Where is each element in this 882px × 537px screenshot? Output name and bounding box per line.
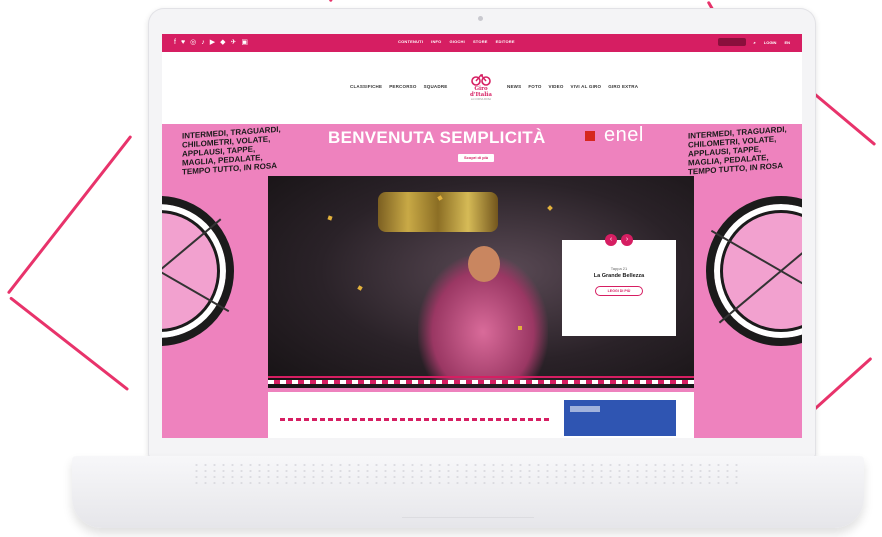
decorative-line xyxy=(328,0,347,3)
carousel-controls: ‹ › xyxy=(605,234,633,246)
top-bar: f ♥ ◎ ♪ ▶ ◆ ✈ ▣ CONTENUTI INFO GIOCHI STORE EDI… xyxy=(162,34,802,52)
hero-card: ‹ › Tappa 21 La Grande Bellezza LEGGI DI… xyxy=(562,234,676,336)
carousel-prev-icon[interactable]: ‹ xyxy=(605,234,617,246)
account-area: ⌕ LOGIN EN xyxy=(717,38,790,46)
nav-item-vivi-al-giro[interactable]: VIVI AL GIRO xyxy=(571,84,602,89)
card-subtitle: Tappa 21 xyxy=(610,266,628,271)
nav-item-news[interactable]: NEWS xyxy=(507,84,521,89)
bike-wheel-graphic xyxy=(706,196,802,346)
side-slogan-left: INTERMEDI, TRAGUARDI, CHILOMETRI, VOLATE… xyxy=(182,124,281,177)
confetti xyxy=(518,326,522,330)
nav-item-video[interactable]: VIDEO xyxy=(549,84,564,89)
nav-item-foto[interactable]: FOTO xyxy=(528,84,541,89)
social-links: f ♥ ◎ ♪ ▶ ◆ ✈ ▣ xyxy=(174,38,248,47)
strava-icon[interactable]: ◆ xyxy=(220,38,225,47)
read-more-button[interactable]: LEGGI DI PIÙ xyxy=(595,286,643,296)
laptop-base xyxy=(72,456,864,528)
topnav-item[interactable]: STORE xyxy=(473,39,488,44)
top-nav: CONTENUTI INFO GIOCHI STORE EDITORE xyxy=(398,39,515,44)
tiktok-icon[interactable]: ♪ xyxy=(201,38,205,47)
trackpad xyxy=(402,500,534,518)
twitter-icon[interactable]: ♥ xyxy=(181,38,185,47)
laptop-lid: f ♥ ◎ ♪ ▶ ◆ ✈ ▣ CONTENUTI INFO GIOCHI STORE EDI… xyxy=(148,8,816,458)
nav-item-squadre[interactable]: SQUADRE xyxy=(424,84,448,89)
topnav-item[interactable]: GIOCHI xyxy=(450,39,465,44)
decorative-line xyxy=(6,134,133,295)
logo-subtitle: LA CORSA ROSA xyxy=(470,98,492,101)
confetti xyxy=(327,215,333,221)
search-icon[interactable]: ⌕ xyxy=(754,40,756,45)
promo-section: INTERMEDI, TRAGUARDI, CHILOMETRI, VOLATE… xyxy=(162,124,802,438)
bike-wheel-graphic xyxy=(162,196,234,346)
main-nav-right: NEWS FOTO VIDEO VIVI AL GIRO GIRO EXTRA xyxy=(507,84,638,89)
promo-headline: BENVENUTA SEMPLICITÀ xyxy=(328,128,546,147)
card-title: La Grande Bellezza xyxy=(593,273,645,279)
youtube-icon[interactable]: ▶ xyxy=(210,38,215,47)
main-nav-left: CLASSIFICHE PERCORSO SQUADRE xyxy=(350,84,447,89)
bike-logo-icon xyxy=(471,73,491,86)
logo-title: Giro d'Italia xyxy=(470,86,492,98)
ad-text-placeholder xyxy=(570,406,600,412)
facebook-icon[interactable]: f xyxy=(174,38,176,47)
topnav-item[interactable]: EDITORE xyxy=(496,39,515,44)
account-pill[interactable] xyxy=(717,38,746,46)
webcam-icon xyxy=(478,16,483,21)
ad-banner[interactable] xyxy=(564,400,676,436)
sponsor-logo[interactable]: enel xyxy=(604,124,644,147)
promo-cta-button[interactable]: Scopri di più xyxy=(458,154,495,162)
login-link[interactable]: LOGIN xyxy=(764,40,777,45)
nav-item-giro-extra[interactable]: GIRO EXTRA xyxy=(608,84,638,89)
telegram-icon[interactable]: ✈ xyxy=(231,38,237,47)
language-select[interactable]: EN xyxy=(784,40,790,45)
sponsor-mark-icon xyxy=(585,131,595,141)
hero-divider xyxy=(268,376,694,378)
giro-logo[interactable]: Giro d'Italia LA CORSA ROSA xyxy=(464,72,498,106)
rider-head-graphic xyxy=(468,246,500,282)
confetti xyxy=(547,205,553,211)
keyboard xyxy=(192,462,744,484)
decorative-line xyxy=(810,356,873,413)
content-strip xyxy=(268,392,694,438)
decorative-line xyxy=(9,296,130,392)
confetti xyxy=(357,285,363,291)
nav-item-percorso[interactable]: PERCORSO xyxy=(389,84,416,89)
topnav-item[interactable]: INFO xyxy=(431,39,441,44)
nav-item-classifiche[interactable]: CLASSIFICHE xyxy=(350,84,382,89)
instagram-icon[interactable]: ◎ xyxy=(190,38,196,47)
side-slogan-right: INTERMEDI, TRAGUARDI, CHILOMETRI, VOLATE… xyxy=(688,124,787,177)
topnav-item[interactable]: CONTENUTI xyxy=(398,39,423,44)
main-nav: CLASSIFICHE PERCORSO SQUADRE Giro d'Ital… xyxy=(162,52,802,138)
laptop-screen: f ♥ ◎ ♪ ▶ ◆ ✈ ▣ CONTENUTI INFO GIOCHI STORE EDI… xyxy=(162,34,802,438)
dashed-divider xyxy=(280,418,550,421)
carousel-next-icon[interactable]: › xyxy=(621,234,633,246)
decorative-line xyxy=(813,92,877,147)
hero-stripe xyxy=(268,380,694,384)
linkedin-icon[interactable]: ▣ xyxy=(241,38,248,47)
